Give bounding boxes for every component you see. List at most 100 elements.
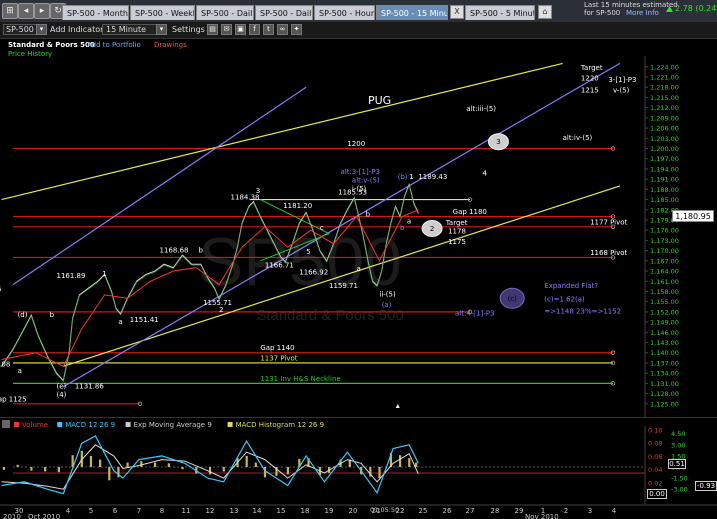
signal-value-tag: -0.93	[695, 481, 717, 491]
watermark-subtitle: Standard & Poors 500	[256, 307, 404, 324]
y-tick-label: 1,164.00	[650, 268, 679, 276]
level-label: 1200	[347, 140, 365, 148]
y-tick-label: 1,206.00	[650, 125, 679, 133]
annotation-label: 1215	[581, 86, 599, 94]
wave-circle-label: 3	[496, 138, 500, 146]
histogram-bar	[254, 462, 257, 467]
histogram-bar	[378, 467, 381, 479]
macd-y-tick-right: 3.00	[671, 441, 685, 449]
histogram-bar	[89, 455, 93, 467]
annotation-label: 5	[306, 248, 310, 256]
histogram-bar	[126, 462, 129, 467]
index-name: Standard & Poors 500	[8, 41, 95, 49]
annotation-label: (d)	[18, 311, 28, 319]
level-label: 1137 Pivot	[260, 354, 297, 362]
annotation-label: 3	[256, 187, 260, 195]
y-tick-label: 1,125.00	[650, 400, 679, 408]
annotation-label: v-(5)	[613, 86, 630, 94]
annotation-label: (a)	[382, 301, 392, 309]
y-tick-label: 1,212.00	[650, 104, 679, 112]
annotation-label: 1131.86	[75, 382, 104, 390]
annotation-label: Target	[445, 219, 468, 227]
add-to-portfolio-link[interactable]: Add to Portfolio	[87, 41, 141, 49]
level-label: Gap 1125	[0, 395, 27, 403]
y-tick-label: 1,143.00	[650, 339, 679, 347]
annotation-label: 4	[482, 170, 487, 178]
y-tick-label: 1,194.00	[650, 165, 679, 173]
y-tick-label: 1,128.00	[650, 390, 679, 398]
y-tick-label: 1,134.00	[650, 370, 679, 378]
y-tick-label: 1,209.00	[650, 114, 679, 122]
y-tick-label: 1,221.00	[650, 74, 679, 82]
watermark-text: SP500	[198, 224, 402, 300]
x-tick-label: 4	[66, 507, 71, 515]
y-tick-label: 1,146.00	[650, 329, 679, 337]
annotation-label: 1178	[448, 228, 466, 236]
panel-menu-icon	[2, 420, 10, 428]
annotation-label: 1159.71	[329, 282, 358, 290]
annotation-label: 1	[409, 173, 413, 181]
volume-y-tick-left: 0.04	[648, 466, 662, 474]
level-label: Gap 1180	[453, 208, 487, 216]
annotation-label: c	[320, 224, 324, 232]
x-tick-label: 14	[253, 507, 262, 515]
y-tick-label: 1,158.00	[650, 288, 679, 296]
histogram-bar	[286, 467, 289, 475]
annotation-label: b	[50, 311, 55, 319]
annotation-label: b	[366, 211, 371, 219]
y-tick-label: 1,185.00	[650, 196, 679, 204]
annotation-label: 1184.38	[231, 194, 260, 202]
legend-swatch	[57, 422, 63, 427]
x-tick-label: 29	[515, 507, 524, 515]
legend-swatch	[125, 422, 131, 427]
drawings-link[interactable]: Drawings	[154, 41, 187, 49]
annotation-label: 1161.89	[57, 272, 86, 280]
macd-y-tick-right: -1.50	[671, 475, 688, 483]
x-tick-label: 18	[301, 507, 310, 515]
histogram-value-tag: 0.00	[647, 489, 667, 499]
annotation-label: =>1148 23%=>1152	[544, 308, 621, 316]
annotation-label: 3-[1]-P3	[608, 76, 636, 84]
annotation-label: b	[198, 246, 203, 254]
trendline	[63, 185, 621, 367]
histogram-bar	[108, 467, 111, 481]
x-tick-label: 8	[160, 507, 164, 515]
macd-value-tag: 0.51	[668, 459, 686, 469]
histogram-bar	[30, 467, 33, 471]
trendline	[1, 62, 563, 201]
y-tick-label: 1,167.00	[650, 257, 679, 265]
y-tick-label: 1,170.00	[650, 247, 679, 255]
annotation-label: (b)	[398, 173, 408, 181]
volume-y-tick-left: 0.02	[648, 479, 662, 487]
x-tick-label: 19	[325, 507, 334, 515]
annotation-label: 1189.43	[418, 173, 447, 181]
x-tick-label: 6	[113, 507, 118, 515]
last-price-tag: 1,180.95	[672, 210, 714, 222]
y-tick-label: 1,137.00	[650, 359, 679, 367]
annotation-label: (4)	[57, 391, 67, 399]
marker-triangle	[395, 404, 400, 408]
x-tick-label: 28	[491, 507, 500, 515]
y-tick-label: 1,161.00	[650, 278, 679, 286]
annotation-label: (e)	[57, 382, 67, 390]
macd-y-tick-right: 4.50	[671, 430, 685, 438]
annotation-label: a	[118, 318, 122, 326]
wave-circle-label: 2	[430, 225, 434, 233]
legend-item: Exp Moving Average 9	[134, 421, 212, 429]
x-year-label: 2010	[3, 513, 21, 519]
macd-line	[1, 435, 419, 495]
annotation-label: (c)=1.62(a)	[544, 296, 585, 304]
level-label: Gap 1140	[260, 344, 294, 352]
trendline	[63, 62, 621, 388]
annotation-label: 1	[102, 270, 106, 278]
annotation-label: 1166.92	[299, 268, 328, 276]
histogram-bar	[2, 467, 6, 470]
x-tick-label: 7	[137, 507, 141, 515]
annotation-label: 1151.41	[130, 316, 159, 324]
y-tick-label: 1,173.00	[650, 237, 679, 245]
histogram-bar	[167, 463, 170, 467]
macd-y-tick-right: -3.00	[671, 486, 688, 494]
annotation-label: alt:iv-(5)	[563, 134, 593, 142]
y-tick-label: 1,224.00	[650, 63, 679, 71]
annotation-label: 1220	[581, 74, 599, 82]
